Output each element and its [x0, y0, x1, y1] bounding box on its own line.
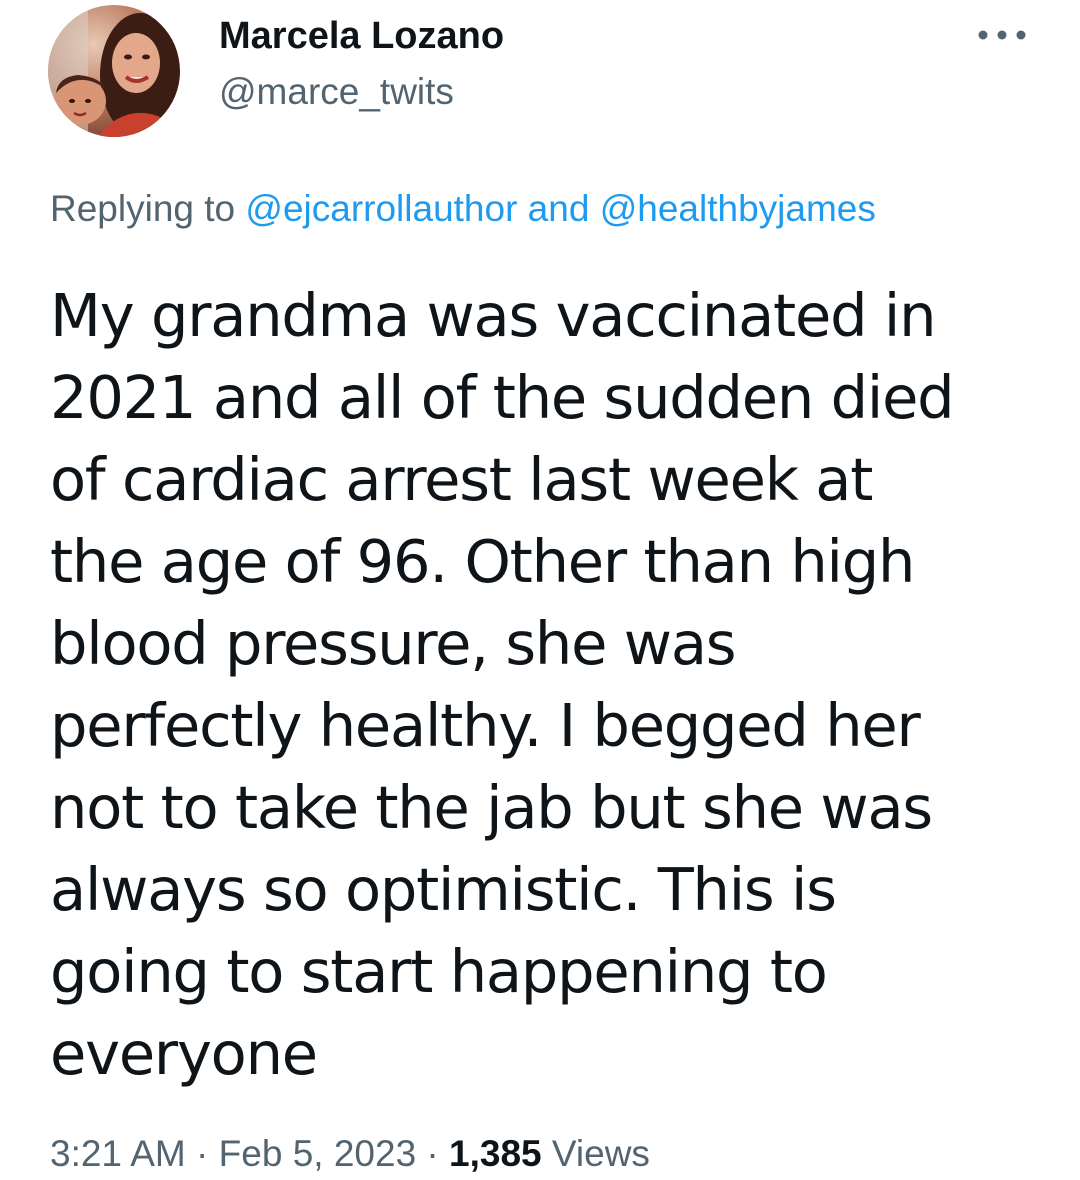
more-horizontal-icon	[978, 30, 1026, 40]
meta-separator: ·	[416, 1133, 450, 1174]
more-options-button[interactable]	[972, 18, 1032, 52]
tweet-time[interactable]: 3:21 AM	[50, 1133, 186, 1174]
avatar-photo	[48, 5, 180, 137]
tweet-text: My grandma was vaccinated in 2021 and al…	[50, 281, 955, 1088]
tweet: Marcela Lozano @marce_twits Replying to …	[0, 0, 1080, 1180]
avatar[interactable]	[48, 5, 180, 137]
display-name[interactable]: Marcela Lozano	[219, 14, 504, 58]
user-handle[interactable]: @marce_twits	[219, 70, 454, 114]
replying-to-label: Replying to	[50, 188, 246, 229]
meta-separator: ·	[185, 1133, 219, 1174]
replying-to: Replying to @ejcarrollauthor and @health…	[50, 186, 876, 232]
views-label: Views	[541, 1133, 650, 1174]
tweet-meta: 3:21 AM · Feb 5, 2023 · 1,385 Views	[50, 1131, 650, 1177]
mention-conjunction[interactable]: and	[517, 188, 599, 229]
mention-link-healthbyjames[interactable]: @healthbyjames	[600, 188, 876, 229]
mention-link-ejcarrollauthor[interactable]: @ejcarrollauthor	[245, 188, 517, 229]
views-count: 1,385	[449, 1133, 542, 1174]
tweet-date[interactable]: Feb 5, 2023	[219, 1133, 416, 1174]
